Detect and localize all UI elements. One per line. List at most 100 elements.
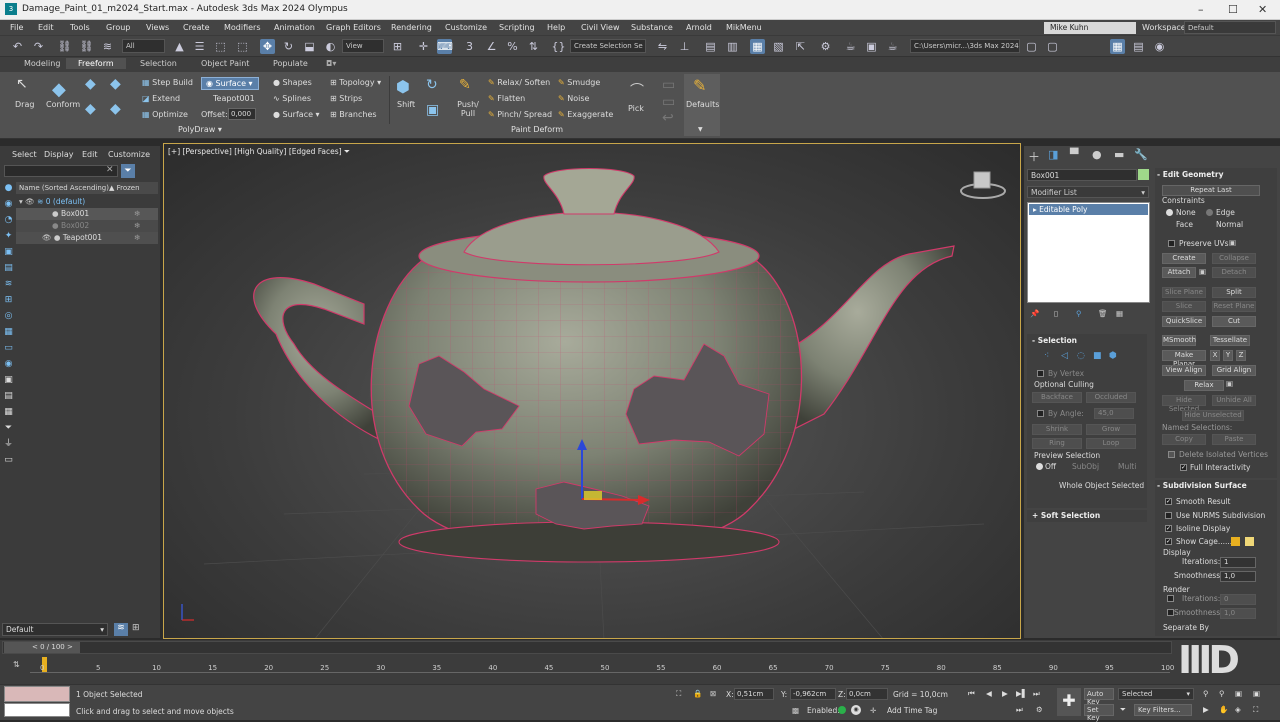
prev-key-icon[interactable]: ◀ bbox=[986, 689, 992, 698]
cage-selected-color-swatch[interactable] bbox=[1245, 537, 1254, 546]
display-xrefs-icon[interactable]: ◎ bbox=[3, 311, 14, 322]
display-bones-icon[interactable]: ▦ bbox=[3, 327, 14, 338]
project-settings-icon[interactable]: ▢ bbox=[1045, 39, 1060, 54]
edit-geometry-title[interactable]: - Edit Geometry bbox=[1157, 170, 1223, 179]
zoom-extents-icon[interactable]: ▣ bbox=[1235, 689, 1242, 698]
slice-button[interactable]: Slice bbox=[1162, 301, 1206, 312]
explorer-menu-customize[interactable]: Customize bbox=[108, 150, 150, 159]
backface-button[interactable]: Backface bbox=[1032, 392, 1082, 403]
tessellate-button[interactable]: Tessellate bbox=[1210, 335, 1250, 346]
autodesk-account-icon[interactable]: ◉ bbox=[1152, 39, 1167, 54]
material-editor-icon[interactable]: ⚙ bbox=[818, 39, 833, 54]
shapes-button[interactable]: ● Shapes bbox=[273, 78, 312, 87]
filter-icon[interactable]: ⏷ bbox=[121, 164, 135, 178]
menu-help[interactable]: Help bbox=[547, 21, 565, 32]
pan-icon[interactable]: ✋ bbox=[1219, 705, 1228, 714]
paste-button[interactable]: Paste bbox=[1212, 434, 1256, 445]
field-of-view-icon[interactable]: ▶ bbox=[1203, 705, 1209, 714]
select-by-name-icon[interactable]: ☰ bbox=[192, 39, 207, 54]
window-crossing-icon[interactable]: ⬚ bbox=[235, 39, 250, 54]
render-iterations-checkbox[interactable] bbox=[1167, 595, 1174, 602]
noise-button[interactable]: ✎ Noise bbox=[558, 94, 589, 103]
layer-explorer-icon[interactable]: ≋ bbox=[114, 623, 128, 636]
clear-search-icon[interactable]: ✕ bbox=[106, 165, 114, 175]
menu-create[interactable]: Create bbox=[183, 21, 210, 32]
cut-button[interactable]: Cut bbox=[1212, 316, 1256, 327]
preserve-uvs-checkbox[interactable] bbox=[1168, 240, 1175, 247]
hide-selected-button[interactable]: Hide Selected bbox=[1162, 395, 1206, 413]
display-iterations-input[interactable]: 1 bbox=[1220, 557, 1256, 568]
branches-button[interactable]: ⊞ Branches bbox=[330, 110, 377, 119]
align-icon[interactable]: ⊥ bbox=[677, 39, 692, 54]
delete-isolated-checkbox[interactable] bbox=[1168, 451, 1175, 458]
render-production-icon[interactable]: ☕ bbox=[885, 39, 900, 54]
default-in-out-icon[interactable]: ⏷ bbox=[1120, 705, 1126, 715]
create-button[interactable]: Create bbox=[1162, 253, 1206, 264]
strips-button[interactable]: ⊞ Strips bbox=[330, 94, 362, 103]
display-shapes-icon[interactable]: ◔ bbox=[3, 215, 14, 226]
drag-button[interactable]: Drag bbox=[15, 100, 34, 109]
unhide-all-button[interactable]: Unhide All bbox=[1212, 395, 1256, 406]
display-containers-icon[interactable]: ▭ bbox=[3, 343, 14, 354]
smudge-button[interactable]: ✎ Smudge bbox=[558, 78, 600, 87]
percent-snap-icon[interactable]: % bbox=[505, 39, 520, 54]
relax-button[interactable]: Relax bbox=[1184, 380, 1224, 391]
offset-input[interactable]: 0,000 bbox=[228, 108, 256, 120]
polygon-mode-icon[interactable]: ■ bbox=[1093, 351, 1102, 361]
spinner-snap-icon[interactable]: ⇅ bbox=[526, 39, 541, 54]
zoom-icon[interactable]: ⚲ bbox=[1203, 689, 1209, 698]
shift-icon[interactable]: ⬢ bbox=[396, 77, 410, 96]
selection-rollout-title[interactable]: - Selection bbox=[1032, 336, 1077, 345]
slice-plane-button[interactable]: Slice Plane bbox=[1162, 287, 1206, 298]
smooth-result-checkbox[interactable]: ✓ bbox=[1165, 498, 1172, 505]
extend-button[interactable]: ◪ Extend bbox=[142, 94, 180, 103]
close-icon[interactable]: ✕ bbox=[1258, 3, 1267, 16]
isolate-selection-icon[interactable]: ⛶ bbox=[676, 689, 681, 699]
redo-icon[interactable]: ↷ bbox=[31, 39, 46, 54]
msmooth-button[interactable]: MSmooth bbox=[1162, 335, 1196, 346]
maxscript-listener[interactable] bbox=[4, 686, 70, 702]
conform-brush-icon-1[interactable]: ◆ bbox=[85, 76, 96, 92]
constraint-none-radio[interactable] bbox=[1166, 209, 1173, 216]
next-frame-icon[interactable]: > bbox=[67, 643, 73, 651]
hide-unselected-button[interactable]: Hide Unselected bbox=[1182, 410, 1244, 421]
grow-button[interactable]: Grow bbox=[1086, 424, 1136, 435]
relax-soften-button[interactable]: ✎ Relax/ Soften bbox=[488, 78, 550, 87]
reference-coord-dropdown[interactable]: View bbox=[342, 39, 384, 53]
preview-off-radio[interactable] bbox=[1036, 463, 1043, 470]
make-planar-button[interactable]: Make Planar bbox=[1162, 350, 1206, 368]
tab-populate[interactable]: Populate bbox=[273, 59, 308, 68]
topology-button[interactable]: ⊞ Topology ▾ bbox=[330, 78, 381, 87]
menu-arnold[interactable]: Arnold bbox=[686, 21, 712, 32]
render-iterations-input[interactable]: 0 bbox=[1220, 594, 1256, 605]
pick-option-icon-1[interactable]: ▭ bbox=[662, 77, 675, 93]
sync-selection-icon[interactable]: ⏚ bbox=[3, 439, 14, 450]
tree-row[interactable]: ▾ 👁 ≋ 0 (default) bbox=[16, 196, 158, 208]
orbit-icon[interactable]: ◈ bbox=[1235, 705, 1241, 714]
by-angle-checkbox[interactable] bbox=[1037, 410, 1044, 417]
display-smoothness-input[interactable]: 1,0 bbox=[1220, 571, 1256, 582]
goto-start-icon[interactable]: ⏮ bbox=[968, 689, 975, 699]
push-pull-button[interactable]: Push/ Pull bbox=[457, 100, 479, 118]
push-pull-icon[interactable]: ✎ bbox=[459, 77, 471, 93]
conform-brush-icon-3[interactable]: ◆ bbox=[85, 101, 96, 117]
select-rotate-icon[interactable]: ↻ bbox=[281, 39, 296, 54]
tab-selection[interactable]: Selection bbox=[140, 59, 177, 68]
lock-cell-icon[interactable]: ▭ bbox=[3, 455, 14, 466]
pick-icon[interactable]: ⌒ bbox=[630, 80, 644, 100]
toggle-scene-explorer-icon[interactable]: ▤ bbox=[703, 39, 718, 54]
filter-display-icon[interactable]: ⏷ bbox=[3, 423, 14, 434]
pick-button[interactable]: Pick bbox=[628, 104, 644, 113]
defaults-button[interactable]: Defaults bbox=[686, 100, 719, 109]
mini-curve-editor-icon[interactable]: ⇅ bbox=[13, 660, 25, 671]
display-spacewarps-icon[interactable]: ≋ bbox=[3, 279, 14, 290]
keyboard-shortcut-icon[interactable]: ⌨ bbox=[437, 39, 453, 54]
command-panel-toggle-icon[interactable]: ▤ bbox=[1131, 39, 1146, 54]
zoom-all-icon[interactable]: ⚲ bbox=[1219, 689, 1225, 698]
play-icon[interactable]: ▶ bbox=[1002, 689, 1008, 698]
show-cage-checkbox[interactable]: ✓ bbox=[1165, 538, 1172, 545]
occluded-button[interactable]: Occluded bbox=[1086, 392, 1136, 403]
layer-dropdown[interactable]: Default ▾ bbox=[2, 623, 108, 636]
cage-color-swatch[interactable] bbox=[1231, 537, 1240, 546]
pinch-spread-button[interactable]: ✎ Pinch/ Spread bbox=[488, 110, 552, 119]
